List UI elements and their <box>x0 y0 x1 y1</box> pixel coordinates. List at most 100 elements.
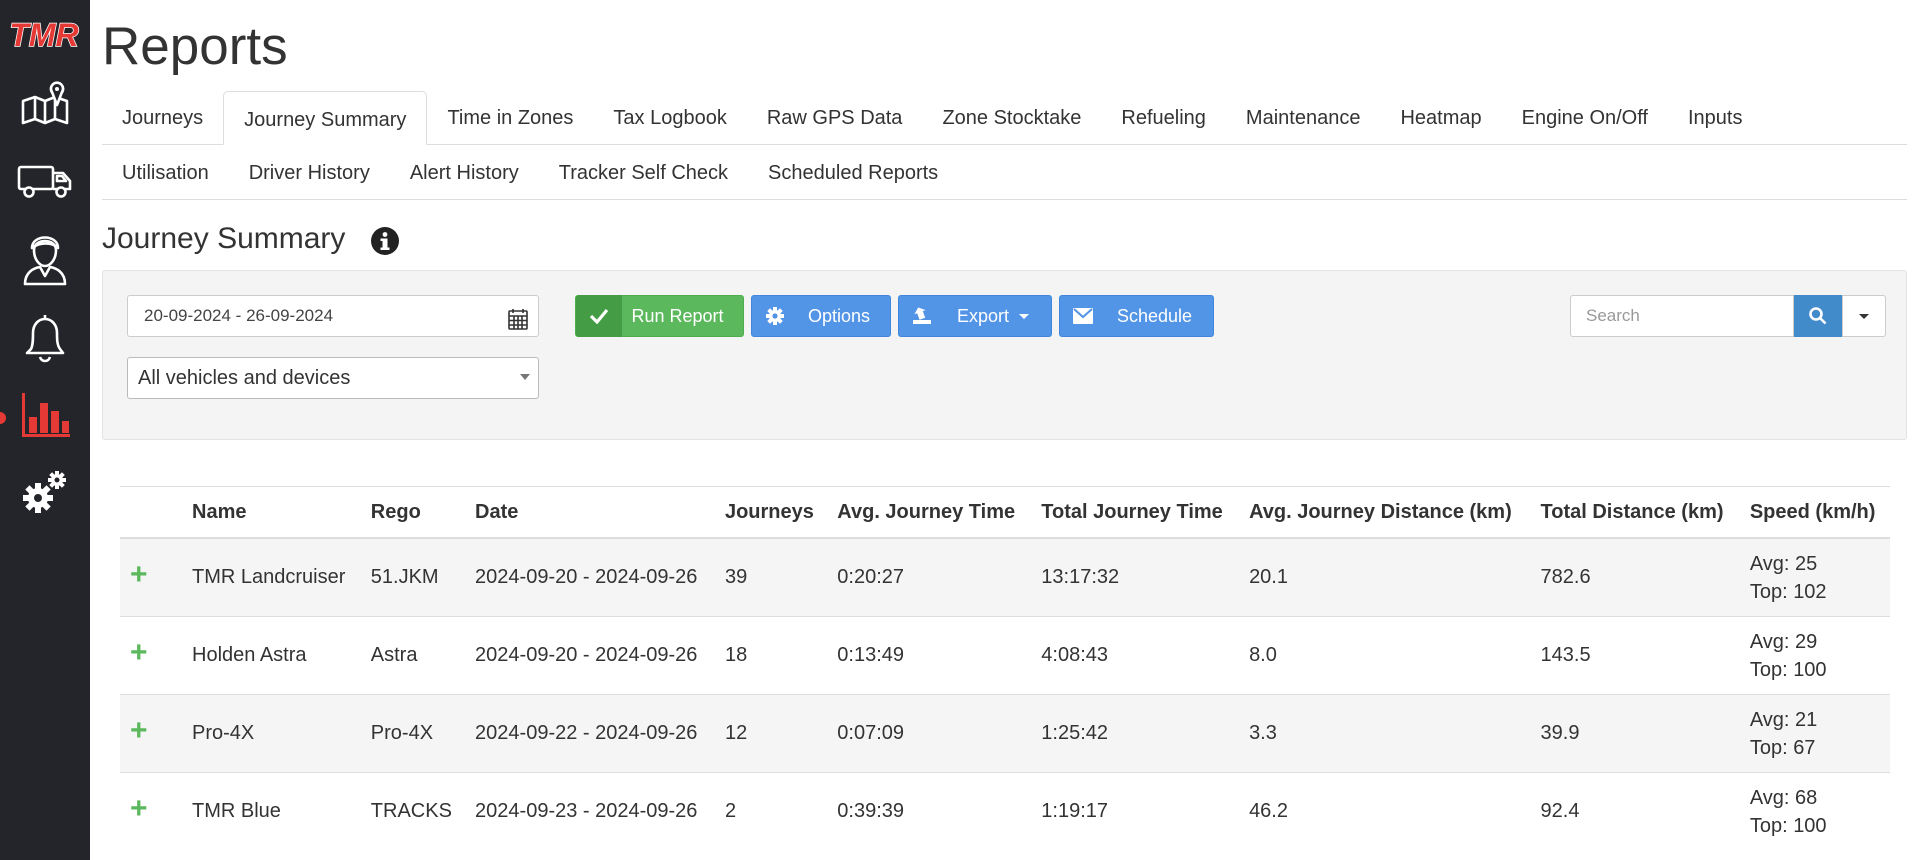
cell-journeys: 39 <box>714 537 828 617</box>
check-icon <box>576 295 622 337</box>
speed-avg: Avg: 29 <box>1749 630 1818 653</box>
run-report-button[interactable]: Run Report <box>575 295 744 337</box>
cell-name: TMR Blue <box>182 772 361 850</box>
cell-avg-time: 0:07:09 <box>827 694 1032 773</box>
cell-speed: Avg: 21 Top: 67 <box>1739 694 1890 773</box>
sidebar-item-vehicles[interactable] <box>0 146 90 216</box>
sidebar-item-reports[interactable] <box>0 380 90 450</box>
export-label: Export <box>956 305 1010 326</box>
export-button[interactable]: Export <box>898 295 1052 337</box>
sidebar-item-map[interactable] <box>0 68 90 138</box>
search-icon <box>1809 307 1827 325</box>
vehicle-select[interactable]: All vehicles and devices <box>127 357 539 399</box>
info-icon[interactable] <box>370 226 400 261</box>
sidebar: TMR <box>0 0 90 860</box>
search-dropdown-button[interactable] <box>1842 295 1886 337</box>
cell-date: 2024-09-20 - 2024-09-26 <box>465 537 715 617</box>
cell-total-time: 1:19:17 <box>1031 772 1240 850</box>
speed-avg: Avg: 21 <box>1749 708 1818 731</box>
tab-zone-stocktake[interactable]: Zone Stocktake <box>922 90 1101 144</box>
expand-row-icon[interactable]: + <box>130 714 148 747</box>
tab-utilisation[interactable]: Utilisation <box>102 145 229 199</box>
search-input[interactable]: Search <box>1570 295 1794 337</box>
tab-tracker-self-check[interactable]: Tracker Self Check <box>539 145 748 199</box>
tab-heatmap[interactable]: Heatmap <box>1380 90 1501 144</box>
truck-icon <box>17 165 72 198</box>
column-header[interactable]: Avg. Journey Time <box>827 486 1032 539</box>
cell-speed: Avg: 29 Top: 100 <box>1739 616 1890 695</box>
options-button[interactable]: Options <box>751 295 891 337</box>
cell-journeys: 12 <box>714 694 828 773</box>
speed-top: Top: 67 <box>1749 736 1816 759</box>
tab-maintenance[interactable]: Maintenance <box>1226 90 1381 144</box>
tab-refueling[interactable]: Refueling <box>1101 90 1226 144</box>
column-header[interactable]: Date <box>465 486 715 539</box>
expand-row-icon[interactable]: + <box>130 792 148 825</box>
cell-avg-dist: 8.0 <box>1239 616 1531 695</box>
cell-journeys: 18 <box>714 616 828 695</box>
tab-time-in-zones[interactable]: Time in Zones <box>427 90 593 144</box>
tab-inputs[interactable]: Inputs <box>1668 90 1762 144</box>
sidebar-item-settings[interactable] <box>0 458 90 528</box>
speed-avg: Avg: 68 <box>1749 786 1818 809</box>
cell-rego: Pro-4X <box>360 694 466 773</box>
table-row[interactable]: + TMR Landcruiser 51.JKM 2024-09-20 - 2024-… <box>120 537 1890 617</box>
journey-summary-table: Name Rego Date Journeys Avg. Journey Tim… <box>120 486 1890 850</box>
sidebar-item-drivers[interactable] <box>0 224 90 294</box>
expand-column-header <box>120 486 182 539</box>
cell-total-time: 13:17:32 <box>1031 537 1240 617</box>
calendar-icon[interactable] <box>508 305 528 345</box>
chevron-down-icon <box>520 374 530 380</box>
cell-date: 2024-09-23 - 2024-09-26 <box>465 772 715 850</box>
expand-cell: + <box>120 616 182 695</box>
cell-avg-time: 0:39:39 <box>827 772 1032 850</box>
tab-row-1: Journeys Journey Summary Time in Zones Tax … <box>102 90 1907 145</box>
gear-icon <box>752 295 798 337</box>
date-range-input[interactable]: 20-09-2024 - 26-09-2024 <box>127 295 539 337</box>
tab-alert-history[interactable]: Alert History <box>390 145 539 199</box>
cell-name: Pro-4X <box>182 694 361 773</box>
driver-icon <box>23 236 67 286</box>
table-row[interactable]: + TMR Blue TRACKS 2024-09-23 - 2024-09-26 2 0… <box>120 772 1890 850</box>
table-row[interactable]: + Holden Astra Astra 2024-09-20 - 2024-09-2… <box>120 616 1890 695</box>
speed-top: Top: 100 <box>1749 658 1827 681</box>
column-header[interactable]: Speed (km/h) <box>1739 486 1890 539</box>
options-label: Options <box>807 305 871 326</box>
column-header[interactable]: Avg. Journey Distance (km) <box>1239 486 1531 539</box>
cell-name: Holden Astra <box>182 616 361 695</box>
tab-tax-logbook[interactable]: Tax Logbook <box>593 90 746 144</box>
cell-avg-dist: 3.3 <box>1239 694 1531 773</box>
gears-icon <box>23 471 66 513</box>
column-header[interactable]: Total Journey Time <box>1031 486 1240 539</box>
map-icon <box>21 81 69 125</box>
column-header[interactable]: Total Distance (km) <box>1530 486 1740 539</box>
table-row[interactable]: + Pro-4X Pro-4X 2024-09-22 - 2024-09-26 12 0:… <box>120 694 1890 773</box>
column-header[interactable]: Name <box>182 486 361 539</box>
expand-row-icon[interactable]: + <box>130 558 148 591</box>
column-header[interactable]: Journeys <box>714 486 828 539</box>
schedule-button[interactable]: Schedule <box>1059 295 1214 337</box>
cell-journeys: 2 <box>714 772 828 850</box>
tab-journey-summary[interactable]: Journey Summary <box>223 91 428 145</box>
cell-avg-dist: 20.1 <box>1239 537 1531 617</box>
column-header[interactable]: Rego <box>360 486 466 539</box>
cell-total-time: 4:08:43 <box>1031 616 1240 695</box>
section-title: Journey Summary <box>102 222 346 255</box>
tab-engine-on-off[interactable]: Engine On/Off <box>1502 90 1668 144</box>
export-label-wrap: Export <box>945 306 1051 327</box>
tmr-logo[interactable]: TMR <box>4 14 84 58</box>
cell-total-dist: 39.9 <box>1530 694 1740 773</box>
tab-journeys[interactable]: Journeys <box>102 90 223 144</box>
search-button[interactable] <box>1794 295 1842 337</box>
sidebar-item-alerts[interactable] <box>0 302 90 372</box>
cell-name: TMR Landcruiser <box>182 537 361 617</box>
tab-driver-history[interactable]: Driver History <box>229 145 390 199</box>
table-header-row: Name Rego Date Journeys Avg. Journey Tim… <box>120 486 1890 539</box>
tab-scheduled-reports[interactable]: Scheduled Reports <box>748 145 958 199</box>
filter-panel: 20-09-2024 - 26-09-2024 All vehicles and… <box>102 270 1907 440</box>
caret-down-icon <box>1019 314 1030 320</box>
expand-cell: + <box>120 537 182 617</box>
expand-row-icon[interactable]: + <box>130 636 148 669</box>
tab-raw-gps-data[interactable]: Raw GPS Data <box>747 90 923 144</box>
cell-total-dist: 92.4 <box>1530 772 1740 850</box>
